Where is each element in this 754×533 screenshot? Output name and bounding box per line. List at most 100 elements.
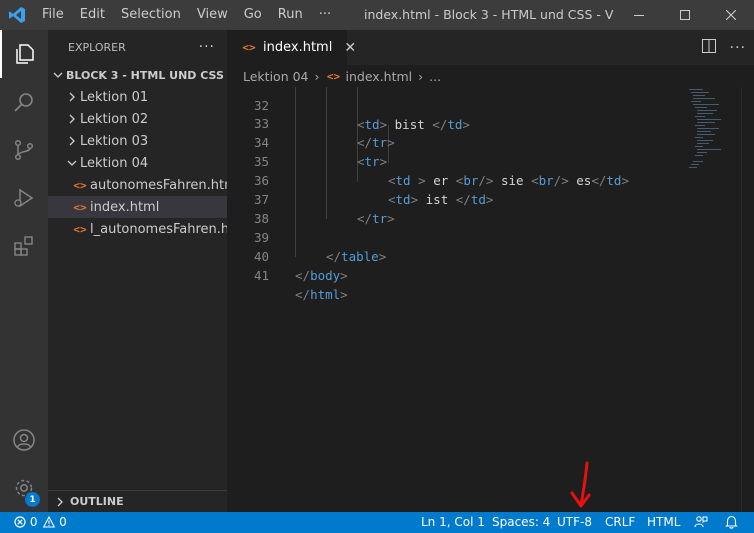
files-icon <box>16 44 34 64</box>
manage-activity[interactable]: 1 <box>0 464 48 512</box>
split-editor-icon <box>701 38 716 53</box>
error-count: 0 <box>29 515 38 529</box>
code-line: 36 <td> ist </td> <box>227 152 493 207</box>
indent-guide <box>326 87 327 219</box>
chevron-down-icon <box>64 155 80 171</box>
minimize-button[interactable] <box>616 0 662 30</box>
indentation-status[interactable]: Spaces: 4 <box>492 512 550 533</box>
tab-close-button[interactable]: ✕ <box>344 40 356 56</box>
menu-bar: File Edit Selection View Go Run ··· <box>34 0 339 30</box>
tab-index-html[interactable]: <> index.html ✕ <box>227 30 356 65</box>
minimap[interactable] <box>687 87 741 512</box>
account-icon <box>13 429 35 451</box>
editor-actions: ··· <box>701 30 746 65</box>
chevron-down-icon <box>50 67 66 83</box>
menu-edit[interactable]: Edit <box>72 0 113 30</box>
file-label: l_autonomesFahren.ht... <box>90 221 227 237</box>
vscode-logo-icon <box>0 0 34 30</box>
code-line: 37 </tr> <box>227 171 395 226</box>
minimap-preview <box>689 89 721 168</box>
activity-bar: 1 <box>0 30 48 512</box>
editor-tabs: <> index.html ✕ ··· <box>227 30 754 65</box>
chevron-right-icon: › <box>314 68 320 84</box>
menu-file[interactable]: File <box>34 0 72 30</box>
html-file-icon: <> <box>73 200 87 214</box>
file-autonomesfahren[interactable]: <> autonomesFahren.html <box>48 174 227 196</box>
code-line: 41 </html> <box>227 247 348 302</box>
folder-label: Lektion 04 <box>80 155 149 171</box>
source-control-activity[interactable] <box>0 126 48 174</box>
search-activity[interactable] <box>0 78 48 126</box>
run-debug-activity[interactable] <box>0 174 48 222</box>
status-bar: 0 0 Ln 1, Col 1 Spaces: 4 UTF-8 CRLF HTM… <box>0 512 754 533</box>
code-word: ist <box>425 192 449 207</box>
code-line: 34 <tr> <box>227 114 387 169</box>
encoding-status[interactable]: UTF-8 <box>557 512 592 533</box>
workspace-root[interactable]: BLOCK 3 - HTML UND CSS <box>48 64 227 86</box>
outline-section[interactable]: OUTLINE <box>48 490 227 512</box>
file-index[interactable]: <> index.html <box>48 196 227 218</box>
file-label: autonomesFahren.html <box>90 177 227 193</box>
menu-go[interactable]: Go <box>236 0 270 30</box>
extensions-icon <box>14 236 33 256</box>
source-control-icon <box>14 139 34 161</box>
feedback-icon <box>694 516 708 528</box>
code-editor[interactable]: 32 <td> bist </td> 33 </tr> 34 <tr> 35 <… <box>227 87 687 512</box>
menu-view[interactable]: View <box>189 0 236 30</box>
folder-lektion-01[interactable]: Lektion 01 <box>48 86 227 108</box>
eol-status[interactable]: CRLF <box>605 512 635 533</box>
feedback-button[interactable] <box>694 512 708 533</box>
code-text: </html> <box>295 287 348 302</box>
explorer-more-button[interactable]: ··· <box>199 39 215 55</box>
close-icon <box>726 10 736 20</box>
accounts-activity[interactable] <box>0 416 48 464</box>
menu-more[interactable]: ··· <box>311 0 339 30</box>
explorer-activity[interactable] <box>0 30 48 78</box>
minimize-icon <box>634 15 644 16</box>
breadcrumb-file[interactable]: index.html <box>346 69 413 84</box>
editor-more-button[interactable]: ··· <box>730 40 746 56</box>
line-number: 41 <box>253 268 269 283</box>
error-icon <box>14 516 26 528</box>
maximize-button[interactable] <box>662 0 708 30</box>
folder-label: Lektion 03 <box>80 133 149 149</box>
vertical-scrollbar[interactable] <box>741 87 754 512</box>
warning-count: 0 <box>59 515 67 529</box>
code-line: 38 <box>227 190 269 226</box>
workspace-root-label: BLOCK 3 - HTML UND CSS <box>66 68 224 82</box>
code-line: 35 <td > er <br/> sie <br/> es</td> <box>227 133 629 188</box>
folder-lektion-02[interactable]: Lektion 02 <box>48 108 227 130</box>
code-text: <td> bist </td> <box>357 117 470 132</box>
close-window-button[interactable] <box>708 0 754 30</box>
breadcrumb-more[interactable]: ... <box>429 69 441 84</box>
menu-run[interactable]: Run <box>270 0 311 30</box>
breadcrumb-folder[interactable]: Lektion 04 <box>243 69 309 84</box>
menu-selection[interactable]: Selection <box>113 0 189 30</box>
maximize-icon <box>680 10 690 20</box>
chevron-right-icon <box>64 111 80 127</box>
problems-status[interactable]: 0 0 <box>14 512 67 533</box>
code-line: 33 </tr> <box>227 95 395 150</box>
red-arrow-annotation <box>570 461 591 508</box>
extensions-activity[interactable] <box>0 222 48 270</box>
file-l-autonomesfahren[interactable]: <> l_autonomesFahren.ht... <box>48 218 227 240</box>
chevron-right-icon: › <box>418 68 424 84</box>
explorer-header: EXPLORER ··· <box>48 30 227 64</box>
chevron-right-icon <box>52 494 68 510</box>
run-debug-icon <box>14 188 34 208</box>
notifications-button[interactable] <box>725 512 738 533</box>
code-text: <td> ist </td> <box>388 192 494 207</box>
folder-lektion-04[interactable]: Lektion 04 <box>48 152 227 174</box>
split-editor-button[interactable] <box>701 38 716 57</box>
cursor-position[interactable]: Ln 1, Col 1 <box>421 512 485 533</box>
code-line: 39 </table> <box>227 209 386 264</box>
code-text: <td > er <br/> sie <br/> es</td> <box>388 173 629 188</box>
folder-lektion-03[interactable]: Lektion 03 <box>48 130 227 152</box>
language-status[interactable]: HTML <box>647 512 680 533</box>
chevron-right-icon <box>64 89 80 105</box>
search-icon <box>14 93 33 112</box>
code-text: </tr> <box>357 135 395 150</box>
file-label: index.html <box>90 199 160 215</box>
window-controls <box>616 0 754 30</box>
indent-guide <box>295 87 296 257</box>
